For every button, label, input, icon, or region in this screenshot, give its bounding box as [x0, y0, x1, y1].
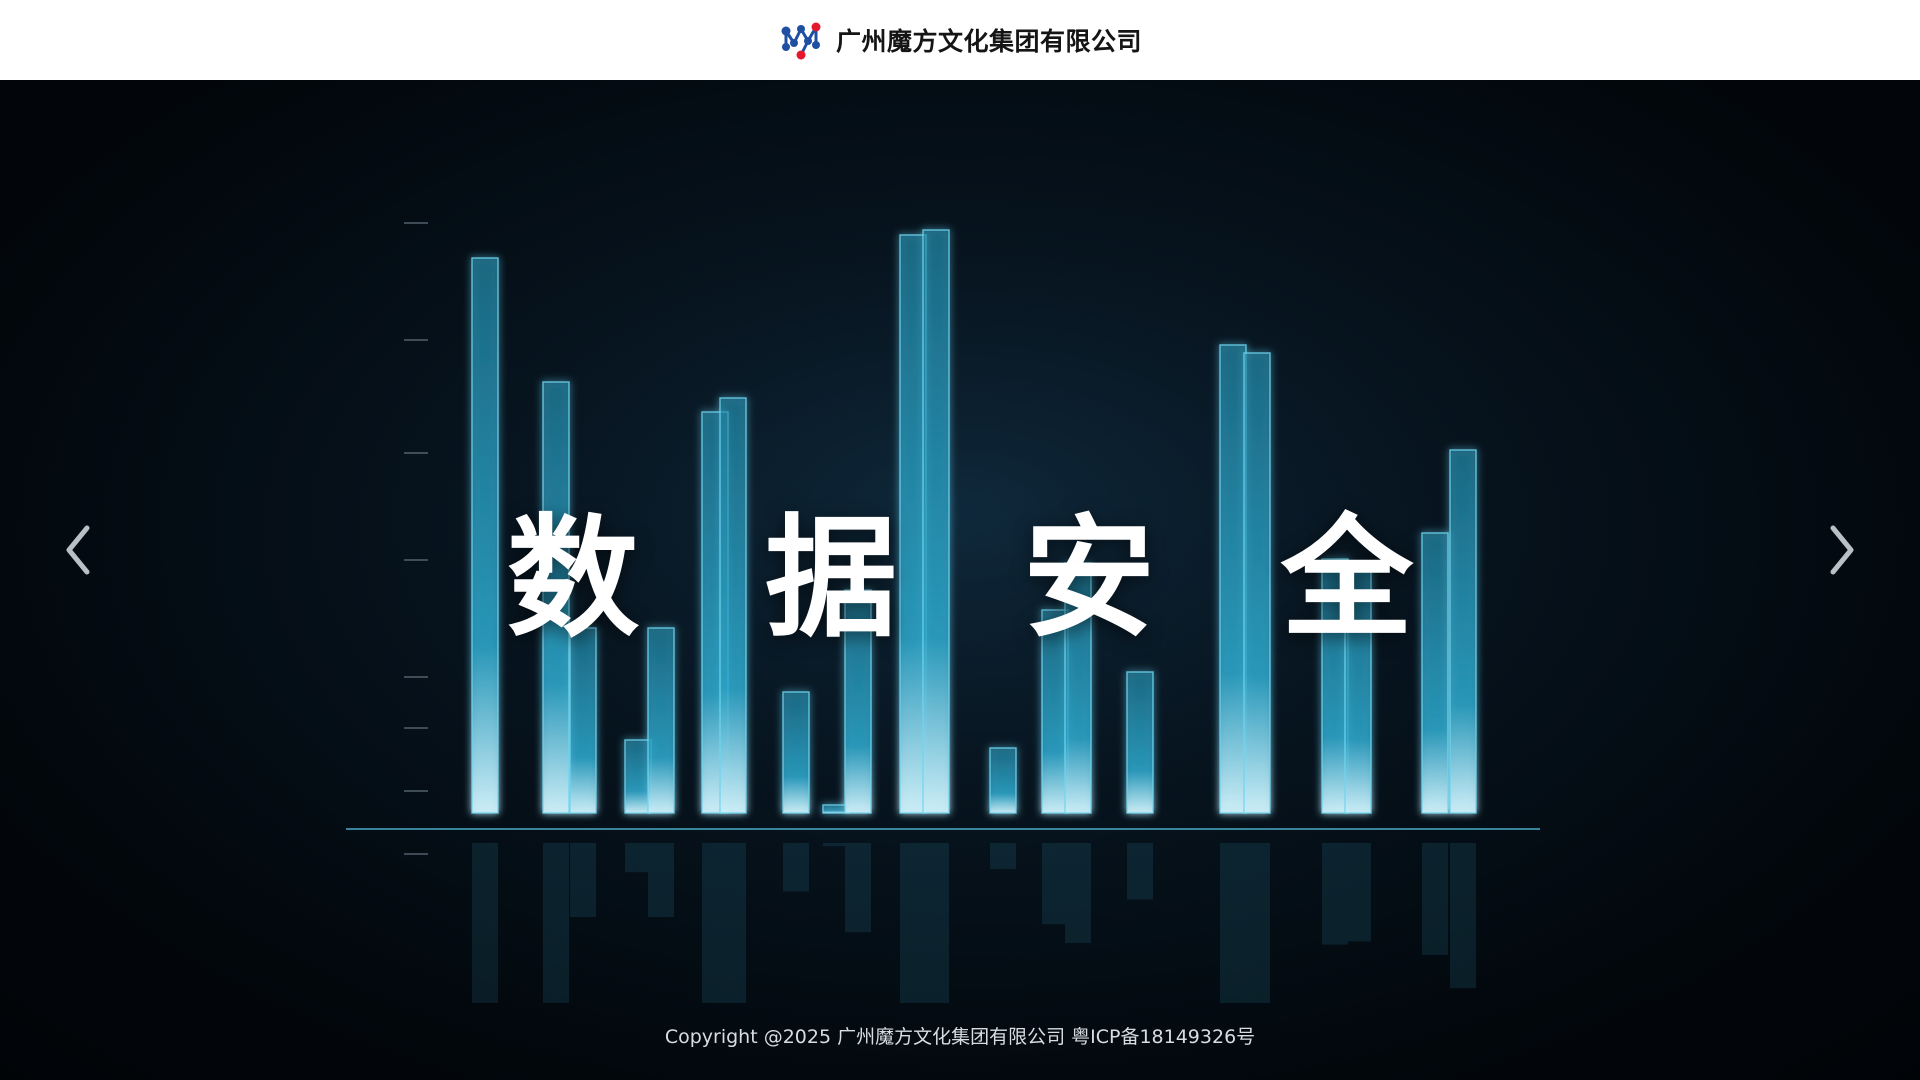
- bar-reflection: [1042, 843, 1068, 925]
- brand[interactable]: 广州魔方文化集团有限公司: [778, 17, 1142, 63]
- molecule-logo-icon: [781, 22, 821, 60]
- bar-reflection: [1345, 843, 1371, 942]
- bar-reflection: [648, 843, 674, 917]
- chevron-right-icon: [1830, 525, 1854, 575]
- bar-reflection: [1450, 843, 1476, 989]
- chevron-left-icon: [66, 525, 90, 575]
- site-header: 广州魔方文化集团有限公司: [0, 0, 1920, 80]
- next-slide-button[interactable]: [1806, 500, 1876, 600]
- bar-reflection: [543, 843, 569, 1003]
- bar-reflection: [1422, 843, 1448, 955]
- background-bar: [1126, 671, 1154, 814]
- bar-reflection: [1322, 843, 1348, 945]
- footer-copyright: Copyright @2025 广州魔方文化集团有限公司 粤ICP备181493…: [664, 1026, 1256, 1048]
- prev-slide-button[interactable]: [44, 500, 114, 600]
- bar-reflection: [845, 843, 871, 933]
- bar-reflection: [1127, 843, 1153, 900]
- bar-reflection: [1220, 843, 1246, 1003]
- bar-reflection: [923, 843, 949, 1003]
- bar-reflection: [625, 843, 651, 873]
- background-bar: [989, 747, 1017, 814]
- bar-reflection: [1244, 843, 1270, 1003]
- bar-reflection: [472, 843, 498, 1003]
- hero-banner: 数 据 安 全: [0, 80, 1920, 1080]
- background-bar: [782, 691, 810, 814]
- bar-reflection: [1065, 843, 1091, 943]
- hero-title: 数 据 安 全: [507, 502, 1453, 656]
- company-name: 广州魔方文化集团有限公司: [835, 27, 1142, 56]
- bar-reflection: [783, 843, 809, 892]
- bar-reflection: [990, 843, 1016, 869]
- bar-reflection: [570, 843, 596, 917]
- bar-reflection: [720, 843, 746, 1003]
- bar-reflection: [900, 843, 926, 1003]
- background-bar: [624, 739, 652, 814]
